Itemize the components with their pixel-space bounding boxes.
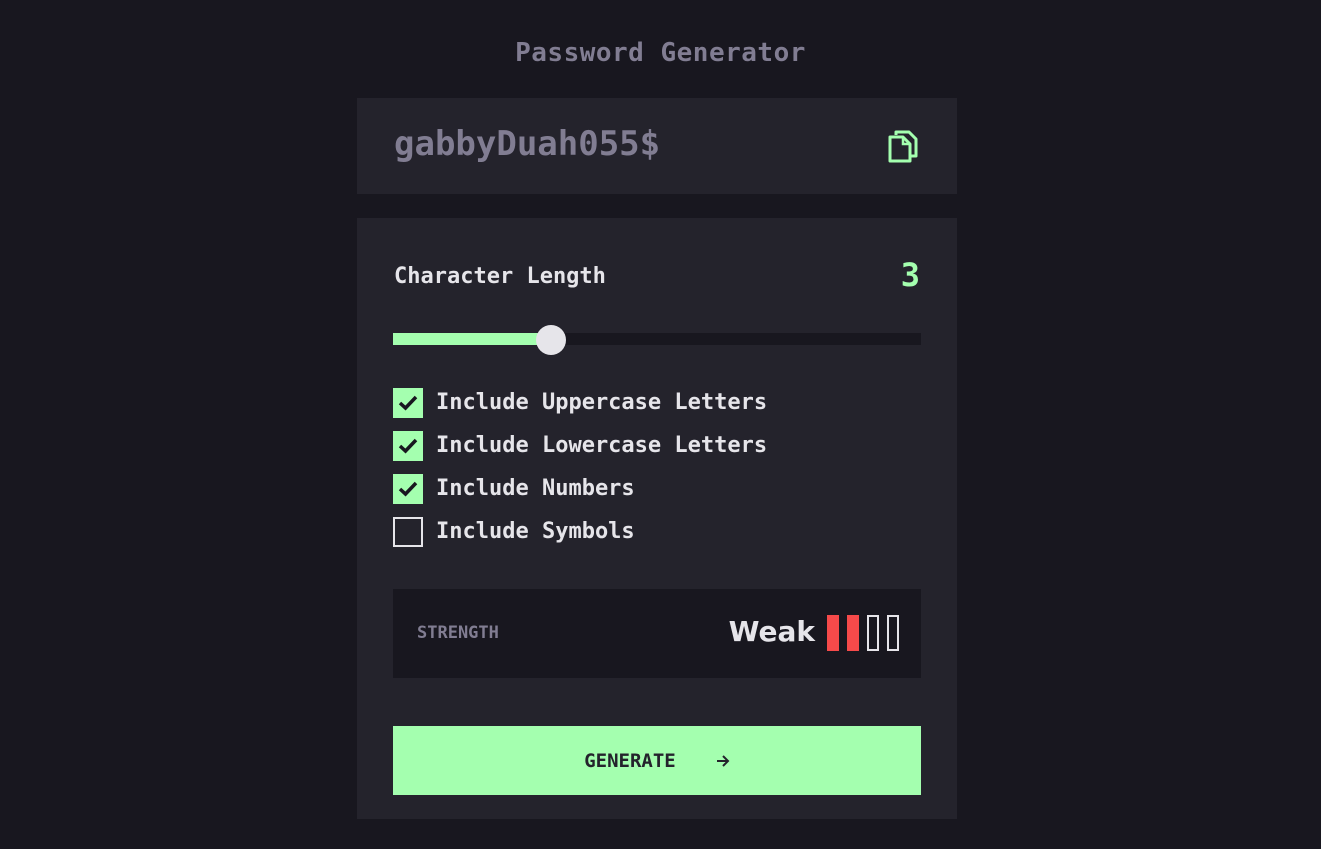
- option-label: Include Symbols: [436, 519, 635, 544]
- character-length-label: Character Length: [394, 264, 606, 289]
- checkmark-icon: [398, 481, 418, 496]
- slider-fill: [393, 333, 552, 345]
- length-slider[interactable]: [393, 325, 921, 355]
- page-title: Password Generator: [515, 38, 806, 68]
- options-list: Include Uppercase Letters Include Lowerc…: [393, 381, 767, 553]
- copy-icon[interactable]: [887, 129, 919, 163]
- password-output: gabbyDuah055$: [357, 98, 957, 194]
- arrow-right-icon: [716, 754, 730, 767]
- strength-bar: [867, 615, 879, 651]
- option-uppercase[interactable]: Include Uppercase Letters: [393, 381, 767, 424]
- character-length-value: 3: [900, 256, 920, 294]
- generate-button[interactable]: GENERATE: [393, 726, 921, 795]
- strength-bar: [827, 615, 839, 651]
- strength-bars: [827, 615, 899, 651]
- option-label: Include Lowercase Letters: [436, 433, 768, 458]
- option-label: Include Uppercase Letters: [436, 390, 768, 415]
- lowercase-checkbox[interactable]: [393, 430, 423, 461]
- numbers-checkbox[interactable]: [393, 473, 423, 504]
- checkmark-icon: [398, 438, 418, 453]
- strength-label: STRENGTH: [417, 623, 499, 643]
- strength-bar: [847, 615, 859, 651]
- strength-bar: [887, 615, 899, 651]
- generate-label: GENERATE: [584, 749, 676, 772]
- uppercase-checkbox[interactable]: [393, 387, 423, 418]
- settings-panel: Character Length 3 Include Uppercase Let…: [357, 218, 957, 819]
- symbols-checkbox[interactable]: [393, 516, 423, 547]
- slider-thumb[interactable]: [536, 325, 567, 355]
- strength-meter: STRENGTH Weak: [393, 589, 921, 678]
- option-numbers[interactable]: Include Numbers: [393, 467, 767, 510]
- password-text: gabbyDuah055$: [394, 124, 661, 164]
- option-symbols[interactable]: Include Symbols: [393, 510, 767, 553]
- checkmark-icon: [398, 395, 418, 410]
- option-lowercase[interactable]: Include Lowercase Letters: [393, 424, 767, 467]
- strength-value: Weak: [728, 615, 815, 648]
- option-label: Include Numbers: [436, 476, 635, 501]
